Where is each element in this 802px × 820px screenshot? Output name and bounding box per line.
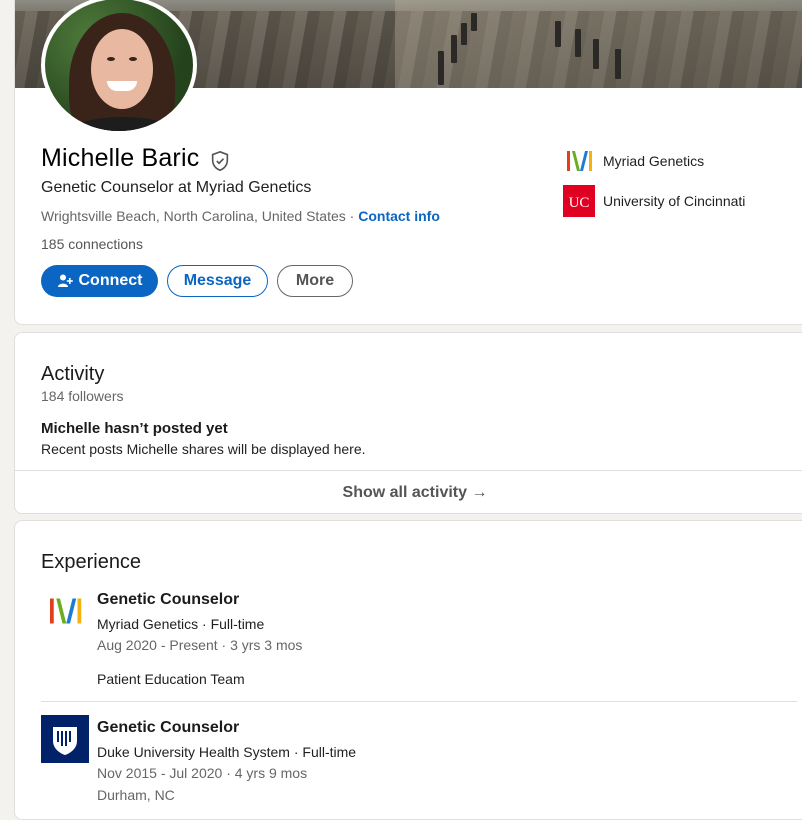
experience-item-title[interactable]: Genetic Counselor bbox=[97, 719, 239, 737]
experience-item-dates: Nov 2015 - Jul 2020 · 4 yrs 9 mos bbox=[97, 765, 308, 781]
experience-card: Experience Genetic Counselor Myriad Gene… bbox=[14, 520, 802, 820]
connect-button-label: Connect bbox=[78, 272, 143, 289]
profile-headline: Genetic Counselor at Myriad Genetics bbox=[41, 179, 312, 196]
experience-title: Experience bbox=[41, 551, 142, 573]
experience-item-description: Patient Education Team bbox=[97, 671, 245, 687]
experience-divider bbox=[41, 701, 797, 702]
profile-card: Michelle Baric Genetic Counselor at Myri… bbox=[14, 0, 802, 325]
profile-location-line: Wrightsville Beach, North Carolina, Unit… bbox=[41, 208, 440, 224]
followers-count[interactable]: 184 followers bbox=[41, 388, 124, 404]
activity-title: Activity bbox=[41, 363, 105, 385]
connections-count: 185 connections bbox=[41, 236, 143, 252]
experience-item-title[interactable]: Genetic Counselor bbox=[97, 591, 239, 609]
university-of-cincinnati-logo[interactable]: UC bbox=[563, 185, 595, 217]
activity-card: Activity 184 followers Michelle hasn’t p… bbox=[14, 332, 802, 514]
experience-item-dates: Aug 2020 - Present · 3 yrs 3 mos bbox=[97, 637, 303, 653]
message-button[interactable]: Message bbox=[167, 265, 268, 297]
myriad-genetics-logo[interactable] bbox=[563, 145, 595, 177]
location-separator: · bbox=[345, 208, 359, 224]
experience-item-company: Duke University Health System · Full-tim… bbox=[97, 744, 357, 760]
connect-button[interactable]: Connect bbox=[41, 265, 158, 297]
more-button[interactable]: More bbox=[277, 265, 353, 297]
message-button-label: Message bbox=[183, 272, 252, 289]
more-button-label: More bbox=[295, 272, 335, 289]
myriad-genetics-logo[interactable] bbox=[41, 591, 89, 631]
duke-health-logo[interactable] bbox=[41, 715, 89, 763]
show-all-activity-label: Show all activity → bbox=[342, 484, 488, 501]
org-education[interactable]: University of Cincinnati bbox=[603, 193, 745, 209]
activity-empty-text: Recent posts Michelle shares will be dis… bbox=[41, 441, 366, 457]
activity-empty-title: Michelle hasn’t posted yet bbox=[41, 420, 228, 437]
svg-text:UC: UC bbox=[569, 195, 590, 211]
verified-shield-icon[interactable] bbox=[209, 150, 231, 172]
org-current-company[interactable]: Myriad Genetics bbox=[603, 153, 704, 169]
profile-avatar[interactable] bbox=[41, 0, 197, 135]
profile-location: Wrightsville Beach, North Carolina, Unit… bbox=[41, 208, 346, 224]
experience-item-company: Myriad Genetics · Full-time bbox=[97, 616, 265, 632]
experience-item-location: Durham, NC bbox=[97, 787, 175, 803]
profile-name: Michelle Baric bbox=[41, 144, 200, 172]
add-person-icon bbox=[57, 274, 73, 287]
contact-info-link[interactable]: Contact info bbox=[358, 208, 440, 224]
show-all-activity-button[interactable]: Show all activity → bbox=[15, 470, 802, 513]
